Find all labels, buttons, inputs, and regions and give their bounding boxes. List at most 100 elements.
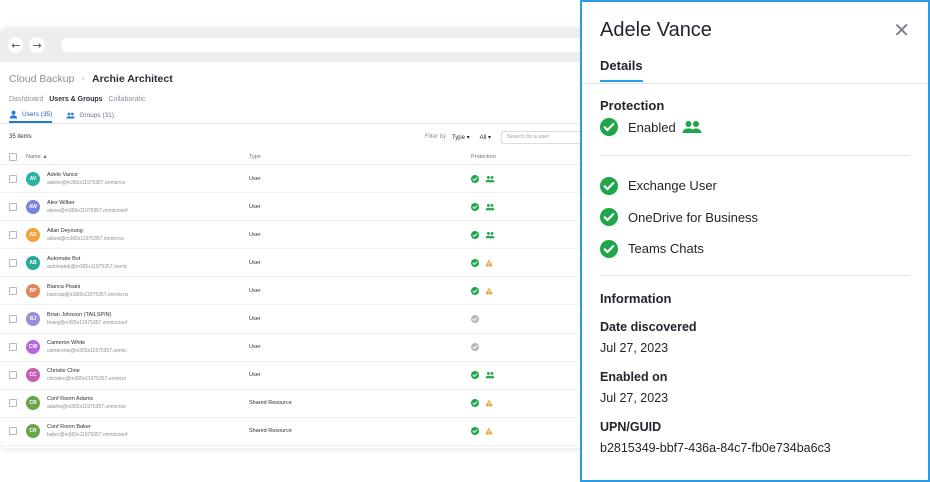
date-discovered-label: Date discovered [600,319,697,334]
subnav-users-groups[interactable]: Users & Groups [49,96,102,103]
row-checkbox[interactable] [9,399,17,408]
table-header: Name ▲ Type Protection [0,150,600,165]
user-name[interactable]: Allan Deyoung [47,227,124,235]
row-checkbox[interactable] [9,427,17,436]
table-row[interactable]: CW Cameron White cameronw@m365x11975357.on… [0,334,600,362]
user-email: christiec@m365x11975357.onmicro [47,376,127,383]
select-all-checkbox[interactable] [9,153,17,161]
check-circle-icon [600,239,618,258]
name-cell: BJ Brian Johnson (TAILSPIN) brianj@m365x11… [26,311,249,327]
type-cell: User [249,231,261,238]
back-icon[interactable]: ← [8,37,24,53]
type-cell: User [249,316,261,323]
avatar: AB [26,255,40,270]
check-circle-icon [471,315,479,324]
row-checkbox[interactable] [9,343,17,352]
avatar: CC [26,368,40,383]
row-checkbox[interactable] [9,315,17,324]
subnav-collaboration[interactable]: Collaboratic [109,96,146,103]
table-row[interactable]: BP Bianca Pisani biancap@m365x11975357.onm… [0,277,600,306]
tab-users-label: Users (35) [22,111,53,118]
table-row[interactable]: CR Conf Room Adams adams@m365x11975357.onm… [0,390,600,418]
service-label: Exchange User [628,178,717,194]
protection-cell [471,371,591,380]
table-row[interactable]: AW Alex Wilber alexw@m365x11975357.onmicro… [0,193,600,222]
upn-guid-label: UPN/GUID [600,419,662,434]
table-body: AV Adele Vance adelev@m365x11975357.onmicr… [0,165,600,446]
column-name[interactable]: Name ▲ [26,154,249,160]
user-email: brianj@m365x11975357.onmicrosof [47,320,128,327]
name-cell: AD Allan Deyoung alland@m365x11975357.onmi… [26,227,249,243]
table-row[interactable]: CC Christie Cline christiec@m365x11975357.… [0,362,600,390]
tab-users[interactable]: Users (35) [9,108,53,123]
address-bar[interactable] [60,38,600,52]
user-name[interactable]: Alex Wilber [47,199,128,207]
breadcrumb-root[interactable]: Cloud Backup [9,73,74,85]
services-list: Exchange User OneDrive for Business Team… [582,156,928,265]
name-cell: AV Adele Vance adelev@m365x11975357.onmicr… [26,171,249,187]
type-cell: User [249,175,261,182]
avatar: CR [26,396,40,411]
type-dropdown[interactable]: Type ▾ [452,134,470,141]
check-circle-icon [471,399,479,408]
user-email: adelev@m365x11975357.onmicros [47,179,126,186]
user-email: biancap@m365x11975357.onmicros [47,291,129,298]
column-type[interactable]: Type [249,154,471,160]
close-icon[interactable]: ✕ [893,19,910,41]
warning-icon [485,427,493,435]
user-name[interactable]: Christie Cline [47,367,126,375]
protection-cell [471,399,591,408]
user-name[interactable]: Bianca Pisani [47,283,128,291]
avatar: AD [26,227,40,242]
row-checkbox[interactable] [9,258,17,267]
table-row[interactable]: AV Adele Vance adelev@m365x11975357.onmicr… [0,165,600,194]
type-cell: User [249,203,261,210]
filter-label: Filter by [424,134,446,140]
group-icon [485,203,495,210]
row-checkbox[interactable] [9,230,17,239]
type-cell: User [249,344,261,351]
row-checkbox[interactable] [9,202,17,211]
group-icon [485,231,495,238]
details-panel: Adele Vance ✕ Details Protection Enabled… [580,0,930,482]
user-email: alexw@m365x11975357.onmicrosof [47,207,128,214]
table-row[interactable]: CR Conf Room Baker baker@m365x11975357.onm… [0,418,600,446]
check-circle-icon [471,174,479,183]
column-protection[interactable]: Protection [471,154,591,160]
search-input[interactable]: Search for a user [501,130,591,144]
table-row[interactable]: AD Allan Deyoung alland@m365x11975357.onmi… [0,221,600,250]
row-checkbox[interactable] [9,174,17,183]
screen: ← → Cloud Backup › Archie Architect Dash… [0,0,930,482]
warning-icon [485,399,493,407]
information-section: Information Date discovered Jul 27, 2023… [582,276,928,455]
check-circle-icon [600,208,618,227]
forward-icon[interactable]: → [29,37,45,53]
table-row[interactable]: BJ Brian Johnson (TAILSPIN) brianj@m365x11… [0,305,600,334]
subnav-dashboard[interactable]: Dashboard [9,96,43,103]
enabled-on-label: Enabled on [600,369,668,384]
user-name[interactable]: Brian Johnson (TAILSPIN) [47,311,127,319]
row-checkbox[interactable] [9,286,17,295]
user-info: Conf Room Baker baker@m365x11975357.onmic… [47,423,127,439]
service-label: Teams Chats [628,241,704,257]
user-name[interactable]: Conf Room Baker [47,423,127,431]
user-info: Cameron White cameronw@m365x11975357.onmi… [47,339,127,355]
user-name[interactable]: Conf Room Adams [47,395,126,403]
user-email: automateb@m365x11975357.onmic [47,263,128,270]
name-cell: BP Bianca Pisani biancap@m365x11975357.onm… [26,283,249,299]
all-dropdown[interactable]: All ▾ [480,134,491,141]
user-name[interactable]: Automate Bot [47,255,127,263]
date-discovered-value: Jul 27, 2023 [600,340,669,355]
table-row[interactable]: AB Automate Bot automateb@m365x11975357.on… [0,249,600,278]
avatar: BP [26,283,40,298]
user-name[interactable]: Adele Vance [47,171,125,179]
row-checkbox[interactable] [9,371,17,380]
user-name[interactable]: Cameron White [47,339,127,347]
upn-guid-value: b2815349-bbf7-436a-84c7-fb0e734ba6c3 [600,440,831,455]
tab-groups[interactable]: Groups (31) [66,108,114,123]
user-info: Conf Room Adams adams@m365x11975357.onmic… [47,395,126,411]
check-circle-icon [471,343,479,352]
avatar: AW [26,199,40,214]
check-circle-icon [471,427,479,436]
tab-details[interactable]: Details [600,58,643,82]
